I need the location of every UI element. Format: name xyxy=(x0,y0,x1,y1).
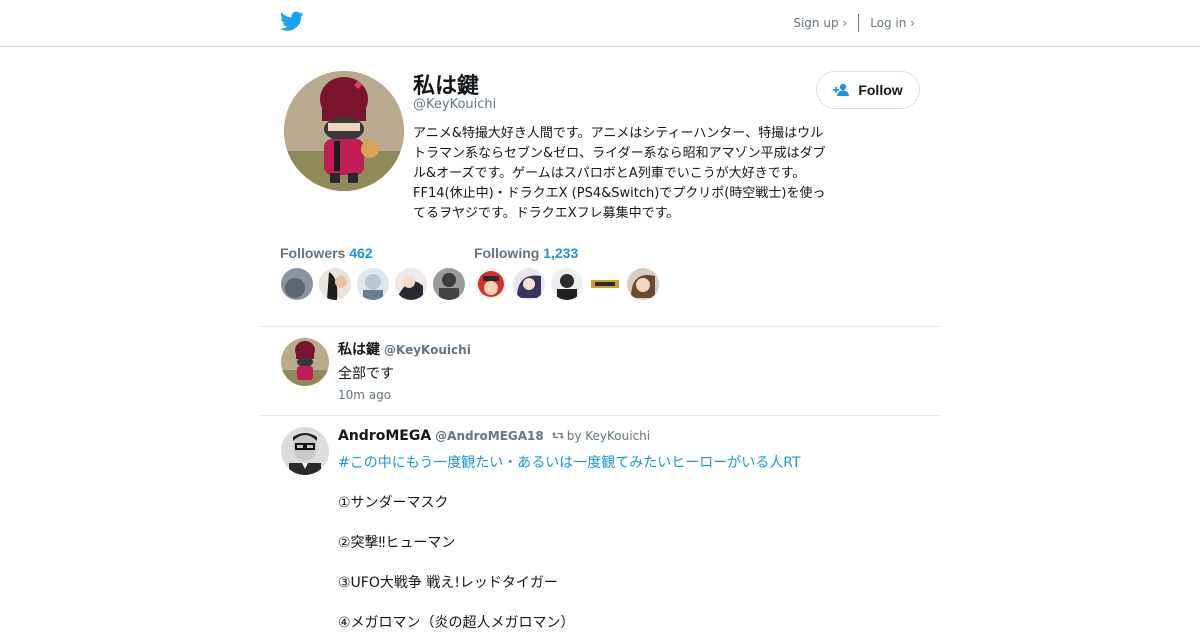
tweet-header: AndroMEGA @AndroMEGA18 by KeyKouichi xyxy=(338,428,650,444)
tweet-author-name[interactable]: AndroMEGA xyxy=(338,428,431,444)
tweet-avatar[interactable] xyxy=(281,427,329,475)
tweet-header: 私は鍵 @KeyKouichi xyxy=(338,339,471,359)
tweet-line: ④メガロマン（炎の超人メガロマン） xyxy=(338,615,575,631)
followers-count: 462 xyxy=(349,245,373,261)
tweet-line: ②突撃‼ヒューマン xyxy=(338,535,456,551)
tweet-line: ①サンダーマスク xyxy=(338,495,449,511)
top-bar: Sign up › Log in › xyxy=(0,0,1200,47)
login-link[interactable]: Log in › xyxy=(870,16,915,30)
following-avatar[interactable] xyxy=(513,268,545,300)
retweet-icon xyxy=(551,432,564,439)
following-avatars xyxy=(475,268,659,300)
tweet-text: 全部です xyxy=(338,366,394,382)
auth-links: Sign up › Log in › xyxy=(793,14,915,32)
following-avatar[interactable] xyxy=(475,268,507,300)
section-divider xyxy=(260,326,940,327)
follower-avatar[interactable] xyxy=(281,268,313,300)
follow-button[interactable]: Follow xyxy=(816,71,920,109)
following-avatar[interactable] xyxy=(551,268,583,300)
following-count: 1,233 xyxy=(543,245,579,261)
follower-avatar[interactable] xyxy=(395,268,427,300)
tweet-avatar[interactable] xyxy=(281,338,329,386)
follow-button-label: Follow xyxy=(858,82,903,98)
profile-avatar[interactable] xyxy=(284,71,404,191)
retweet-indicator: by KeyKouichi xyxy=(551,428,651,443)
following-stat[interactable]: Following 1,233 xyxy=(474,245,578,261)
followers-avatars xyxy=(281,268,465,300)
tweet-timestamp[interactable]: 10m ago xyxy=(338,388,391,402)
follower-avatar[interactable] xyxy=(319,268,351,300)
profile-name: 私は鍵 xyxy=(413,74,480,99)
profile-bio: アニメ&特撮大好き人間です。アニメはシティーハンター、特撮はウルトラマン系ならセ… xyxy=(413,126,826,221)
tweet-hashtag[interactable]: #この中にもう一度観たい・あるいは一度観てみたいヒーローがいる人RT xyxy=(338,452,801,472)
following-avatar[interactable] xyxy=(627,268,659,300)
following-avatar[interactable] xyxy=(589,268,621,300)
followers-label: Followers xyxy=(280,245,346,261)
add-person-icon xyxy=(833,83,850,96)
auth-divider xyxy=(858,14,860,32)
follower-avatar[interactable] xyxy=(433,268,465,300)
tweet-divider xyxy=(260,415,940,416)
retweeted-by: by KeyKouichi xyxy=(566,428,651,443)
follower-avatar[interactable] xyxy=(357,268,389,300)
profile-handle[interactable]: @KeyKouichi xyxy=(413,97,496,112)
signup-link[interactable]: Sign up › xyxy=(793,16,847,30)
tweet-line: ③UFO大戦争 戦え!レッドタイガー xyxy=(338,575,558,591)
following-label: Following xyxy=(474,245,540,261)
twitter-bird-icon[interactable] xyxy=(280,11,304,32)
tweet-author-handle[interactable]: @KeyKouichi xyxy=(384,343,471,357)
tweet-author-handle[interactable]: @AndroMEGA18 xyxy=(435,429,544,443)
followers-stat[interactable]: Followers 462 xyxy=(280,245,373,261)
tweet-author-name[interactable]: 私は鍵 xyxy=(338,339,380,359)
